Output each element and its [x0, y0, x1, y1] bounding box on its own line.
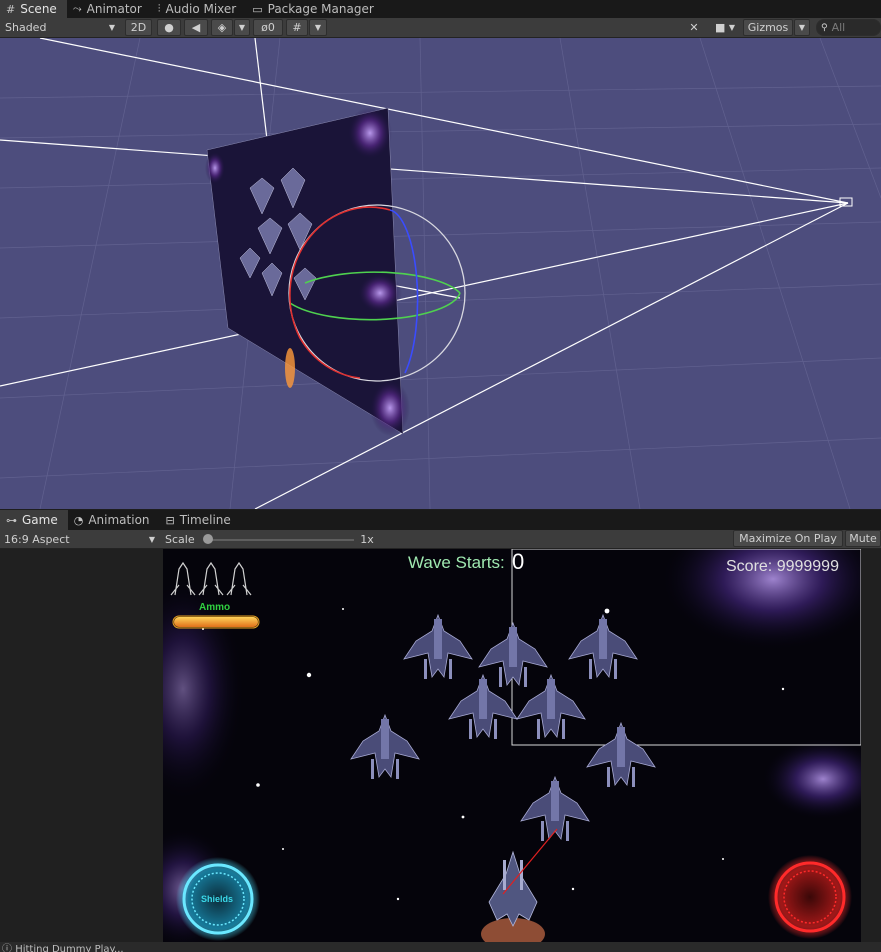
game-toolbar: 16:9 Aspect ▼ Scale 1x Maximize On Play …	[0, 530, 881, 549]
camera-dropdown[interactable]: ■ ▼	[708, 19, 742, 36]
nebula-right	[763, 739, 861, 819]
gizmos-dropdown[interactable]: ▼	[794, 19, 810, 36]
scale-slider-track[interactable]	[206, 539, 354, 541]
fire-button[interactable]	[768, 855, 852, 939]
tab-game[interactable]: ⊶ Game	[0, 510, 68, 530]
eye-slash-icon: ø	[261, 21, 268, 34]
chevron-down-icon: ▼	[108, 23, 115, 32]
mixer-icon: ⫶	[157, 2, 161, 15]
tab-scene[interactable]: # Scene	[0, 0, 67, 18]
audio-toggle[interactable]: ◀	[184, 19, 208, 36]
chevron-down-icon: ▼	[314, 23, 322, 32]
scale-label: Scale	[165, 533, 195, 546]
status-bar: ⓘ Hitting Dummy Play...	[0, 942, 881, 952]
speaker-icon: ◀	[191, 21, 201, 34]
scene-render	[0, 38, 881, 509]
aspect-dropdown[interactable]: 16:9 Aspect ▼	[0, 531, 160, 548]
timeline-icon: ⊟	[165, 513, 175, 527]
score-text: Score: 9999999	[726, 558, 839, 575]
chevron-down-icon: ▼	[728, 23, 736, 32]
game-letterbox-left	[0, 549, 163, 942]
game-tab-bar: ⊶ Game ◔ Animation ⊟ Timeline	[0, 510, 881, 530]
mode-2d-button[interactable]: 2D	[125, 19, 152, 36]
search-icon: ⚲	[821, 22, 828, 33]
mute-button[interactable]: Mute	[845, 530, 881, 547]
player-ship	[488, 850, 538, 927]
tab-timeline[interactable]: ⊟ Timeline	[160, 510, 241, 530]
scene-search-input[interactable]: ⚲ All	[816, 19, 881, 36]
wave-label: Wave Starts:	[408, 553, 505, 572]
tab-package-manager[interactable]: ▭ Package Manager	[246, 0, 384, 18]
game-letterbox-right	[861, 549, 881, 942]
grid-toggle[interactable]: #	[286, 19, 308, 36]
chevron-down-icon: ▼	[798, 23, 806, 32]
ammo-label: Ammo	[199, 602, 231, 613]
game-render	[163, 549, 861, 942]
grid-icon: #	[292, 21, 302, 34]
hidden-objects-toggle[interactable]: ø0	[253, 19, 283, 36]
enemy-formation	[350, 614, 656, 842]
tab-animation[interactable]: ◔ Animation	[68, 510, 160, 530]
animator-icon: ⤳	[72, 2, 82, 15]
info-icon: ⓘ	[2, 944, 12, 952]
game-viewport[interactable]: Wave Starts: 0 Score: 9999999 Ammo Shiel…	[163, 549, 861, 942]
tab-animator[interactable]: ⤳ Animator	[67, 0, 152, 18]
tab-audio-mixer[interactable]: ⫶ Audio Mixer	[152, 0, 246, 18]
effects-dropdown[interactable]: ▼	[234, 19, 250, 36]
draw-mode-dropdown[interactable]: Shaded ▼	[2, 19, 120, 36]
scene-viewport[interactable]	[0, 38, 881, 509]
camera-frustum	[0, 38, 849, 509]
chevron-down-icon: ▼	[148, 535, 155, 544]
scene-tab-bar: # Scene ⤳ Animator ⫶ Audio Mixer ▭ Package M…	[0, 0, 881, 18]
scale-value: 1x	[360, 533, 374, 546]
animation-clock-icon: ◔	[73, 513, 84, 527]
camera-icon: ■	[714, 21, 726, 34]
chevron-down-icon: ▼	[238, 23, 246, 32]
layers-icon: ◈	[217, 21, 227, 34]
grid-dropdown[interactable]: ▼	[309, 19, 327, 36]
effects-toggle[interactable]: ◈	[211, 19, 233, 36]
package-icon: ▭	[252, 2, 263, 16]
shield-button[interactable]	[176, 848, 260, 932]
scene-grid	[0, 38, 881, 509]
ammo-bar-fill	[174, 617, 258, 627]
player-flame	[285, 348, 295, 388]
maximize-on-play-button[interactable]: Maximize On Play	[733, 530, 843, 547]
scene-toolbar: Shaded ▼ 2D ● ◀ ◈ ▼ ø0 # ▼ ✕ ■ ▼ Gizmos …	[0, 18, 881, 38]
lightbulb-icon: ●	[164, 21, 174, 34]
tools-button[interactable]: ✕	[683, 19, 705, 36]
tools-icon: ✕	[689, 21, 699, 34]
lighting-toggle[interactable]: ●	[157, 19, 181, 36]
wave-value: 0	[512, 549, 525, 574]
hash-icon: #	[6, 2, 16, 16]
gamepad-icon: ⊶	[6, 513, 17, 527]
gizmos-button[interactable]: Gizmos	[743, 19, 793, 36]
scale-slider-handle[interactable]	[203, 534, 213, 544]
